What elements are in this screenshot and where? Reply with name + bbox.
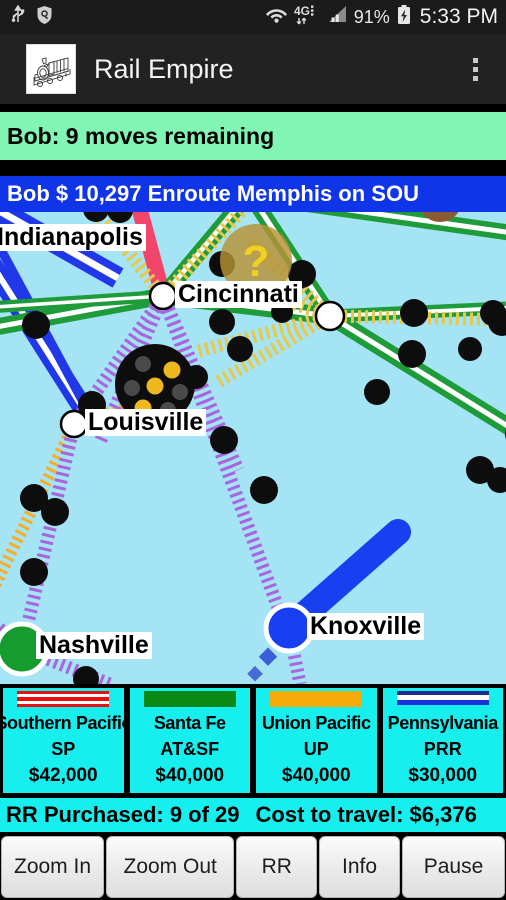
- railroad-card-up[interactable]: Union Pacific UP $40,000: [254, 686, 379, 795]
- overflow-dot: [473, 75, 478, 81]
- railroad-stripe-up: [270, 691, 363, 707]
- city-node-junction[interactable]: [314, 300, 346, 332]
- city-node-louisville[interactable]: [59, 409, 89, 439]
- railroad-name: Santa Fe: [153, 713, 226, 733]
- railroad-price: $30,000: [408, 765, 478, 786]
- signal-bars-icon: [326, 4, 348, 31]
- city-label-nashville: Nashville: [36, 632, 152, 659]
- city-label-knoxville: Knoxville: [307, 613, 425, 640]
- railroad-abbr: UP: [303, 739, 329, 759]
- status-bar-left-icons: [0, 4, 53, 30]
- railroad-stripe-atsf: [143, 691, 236, 707]
- android-status-bar: 4G 91% 5:33 PM: [0, 0, 506, 34]
- wifi-icon: [265, 4, 288, 31]
- city-label-cincinnati: Cincinnati: [175, 281, 302, 308]
- lte-4g-icon: 4G: [294, 4, 320, 31]
- zoom-in-button[interactable]: Zoom In: [1, 836, 105, 898]
- info-button[interactable]: Info: [319, 836, 400, 898]
- app-root: 4G 91% 5:33 PM Rail Empire Bob: 9 moves …: [0, 0, 506, 900]
- control-button-row: Zoom In Zoom Out RR Info Pause: [0, 834, 506, 900]
- overflow-dot: [473, 57, 478, 63]
- railroad-card-prr[interactable]: Pennsylvania PRR $30,000: [380, 686, 505, 795]
- railroad-stripe-sp: [17, 691, 110, 707]
- status-bar-right-icons: 4G 91% 5:33 PM: [265, 4, 506, 31]
- action-bar: Rail Empire: [0, 34, 506, 106]
- zoom-out-button[interactable]: Zoom Out: [106, 836, 235, 898]
- mystery-token-label: ?: [243, 237, 270, 286]
- railroad-price: $40,000: [281, 765, 351, 786]
- railroad-card-atsf[interactable]: Santa Fe AT&SF $40,000: [127, 686, 252, 795]
- city-node-cincinnati[interactable]: [148, 281, 178, 311]
- railroad-name: Union Pacific: [261, 713, 371, 733]
- enroute-status-text: Bob $ 10,297 Enroute Memphis on SOU: [7, 181, 419, 206]
- locomotive-icon: [26, 44, 76, 94]
- game-status-footer: RR Purchased: 9 of 29 Cost to travel: $6…: [0, 798, 506, 832]
- svg-text:4G: 4G: [294, 4, 310, 18]
- overflow-menu-icon[interactable]: [467, 52, 484, 87]
- city-node-knoxville[interactable]: [263, 602, 315, 654]
- battery-charging-icon: [396, 4, 412, 31]
- railroad-card-list: Southern Pacific SP $42,000 Santa Fe AT&…: [0, 684, 506, 798]
- moves-remaining-text: Bob: 9 moves remaining: [7, 122, 275, 149]
- battery-percent-label: 91%: [353, 6, 390, 27]
- railroad-name: Southern Pacific: [1, 713, 126, 733]
- railroad-abbr: PRR: [423, 739, 462, 759]
- railroad-abbr: SP: [51, 739, 76, 759]
- usb-icon: [10, 4, 26, 30]
- shield-search-icon: [36, 5, 53, 30]
- cost-to-travel-text: Cost to travel: $6,376: [255, 802, 477, 827]
- city-label-indianapolis: Indianapolis: [0, 224, 146, 251]
- railroad-price: $40,000: [155, 765, 225, 786]
- pause-button[interactable]: Pause: [401, 836, 506, 898]
- city-label-louisville: Louisville: [85, 409, 207, 436]
- status-bar-clock: 5:33 PM: [419, 5, 498, 28]
- page-title: Rail Empire: [94, 53, 234, 84]
- game-map[interactable]: ? Indianapolis Cincinnati Louisville Nas…: [0, 212, 506, 684]
- railroad-card-sp[interactable]: Southern Pacific SP $42,000: [1, 686, 126, 795]
- rr-button[interactable]: RR: [236, 836, 318, 898]
- railroad-price: $42,000: [28, 765, 98, 786]
- railroad-abbr: AT&SF: [160, 739, 220, 759]
- railroad-name: Pennsylvania: [387, 713, 499, 733]
- rr-purchased-text: RR Purchased: 9 of 29: [6, 802, 240, 827]
- enroute-status-banner: Bob $ 10,297 Enroute Memphis on SOU: [0, 176, 506, 212]
- railroad-stripe-prr: [396, 691, 489, 707]
- overflow-dot: [473, 66, 478, 72]
- moves-remaining-banner: Bob: 9 moves remaining: [0, 112, 506, 160]
